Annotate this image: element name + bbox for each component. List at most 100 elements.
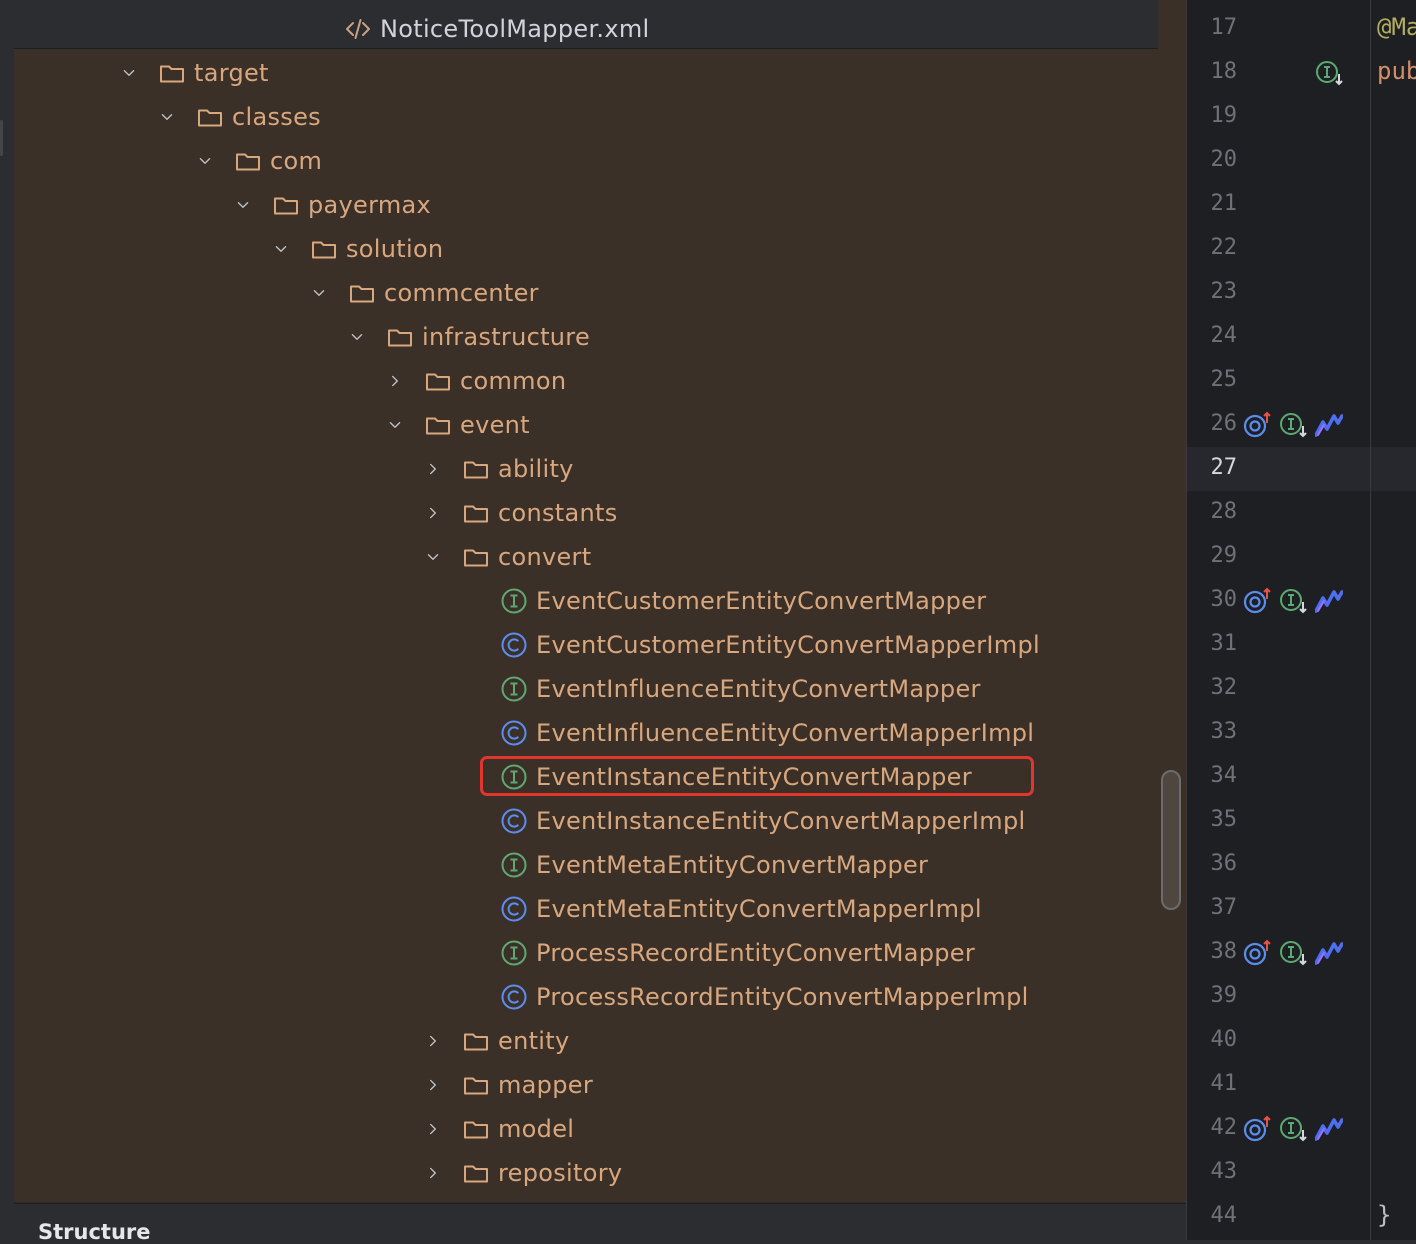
- gutter-line[interactable]: 23: [1187, 271, 1371, 315]
- line-number: 36: [1210, 851, 1238, 876]
- mybatis-icon[interactable]: [1315, 587, 1343, 615]
- code-editor[interactable]: @Ma pub}: [1370, 0, 1416, 1240]
- mybatis-icon[interactable]: [1315, 411, 1343, 439]
- implemented-down-icon[interactable]: [1279, 411, 1307, 439]
- tree-item-solution[interactable]: solution: [14, 227, 1186, 271]
- tree-item-commcenter[interactable]: commcenter: [14, 271, 1186, 315]
- tree-item-constants[interactable]: constants: [14, 491, 1186, 535]
- overrides-up-icon[interactable]: [1243, 1115, 1271, 1143]
- gutter-line[interactable]: 22: [1187, 227, 1371, 271]
- gutter-line[interactable]: 18: [1187, 51, 1371, 95]
- gutter-line[interactable]: 20: [1187, 139, 1371, 183]
- tree-item-label: com: [270, 147, 323, 175]
- chevron-right-icon[interactable]: [424, 1076, 442, 1094]
- tree-item-classes[interactable]: classes: [14, 95, 1186, 139]
- chevron-down-icon[interactable]: [196, 152, 214, 170]
- tree-scrollbar-track[interactable]: [1158, 0, 1186, 1202]
- tree-item-label: EventInstanceEntityConvertMapperImpl: [536, 807, 1026, 835]
- tree-item-mapper[interactable]: mapper: [14, 1063, 1186, 1107]
- mybatis-icon[interactable]: [1315, 939, 1343, 967]
- tree-item-event-influence-entity-convert-mapper[interactable]: EventInfluenceEntityConvertMapper: [14, 667, 1186, 711]
- structure-panel-header[interactable]: Structure: [14, 1203, 1186, 1244]
- gutter-line[interactable]: 43: [1187, 1151, 1371, 1195]
- gutter-line[interactable]: 36: [1187, 843, 1371, 887]
- chevron-down-icon[interactable]: [348, 328, 366, 346]
- gutter-line[interactable]: 39: [1187, 975, 1371, 1019]
- tree-item-convert[interactable]: convert: [14, 535, 1186, 579]
- chevron-down-icon[interactable]: [424, 548, 442, 566]
- tree-item-target[interactable]: target: [14, 51, 1186, 95]
- gutter-line[interactable]: 42: [1187, 1107, 1371, 1151]
- chevron-down-icon[interactable]: [310, 284, 328, 302]
- line-number: 29: [1210, 543, 1238, 568]
- overrides-up-icon[interactable]: [1243, 587, 1271, 615]
- gutter-line[interactable]: 25: [1187, 359, 1371, 403]
- tree-item-event-influence-entity-convert-mapper-impl[interactable]: EventInfluenceEntityConvertMapperImpl: [14, 711, 1186, 755]
- mybatis-icon[interactable]: [1315, 1115, 1343, 1143]
- tree-item-process-record-entity-convert-mapper[interactable]: ProcessRecordEntityConvertMapper: [14, 931, 1186, 975]
- gutter-line[interactable]: 17: [1187, 7, 1371, 51]
- gutter-line[interactable]: 29: [1187, 535, 1371, 579]
- gutter-line[interactable]: 34: [1187, 755, 1371, 799]
- editor-current-line: [1371, 447, 1416, 491]
- tree-item-label: target: [194, 59, 269, 87]
- chevron-right-icon[interactable]: [424, 460, 442, 478]
- tree-item-event-meta-entity-convert-mapper[interactable]: EventMetaEntityConvertMapper: [14, 843, 1186, 887]
- implemented-down-icon[interactable]: [1279, 939, 1307, 967]
- chevron-right-icon[interactable]: [424, 504, 442, 522]
- tree-item-label: payermax: [308, 191, 432, 219]
- gutter-line[interactable]: 32: [1187, 667, 1371, 711]
- gutter-line[interactable]: 37: [1187, 887, 1371, 931]
- tree-item-repository[interactable]: repository: [14, 1151, 1186, 1195]
- chevron-down-icon[interactable]: [386, 416, 404, 434]
- gutter-line[interactable]: 33: [1187, 711, 1371, 755]
- chevron-down-icon[interactable]: [234, 196, 252, 214]
- tree-item-entity[interactable]: entity: [14, 1019, 1186, 1063]
- overrides-up-icon[interactable]: [1243, 939, 1271, 967]
- chevron-right-icon[interactable]: [424, 1032, 442, 1050]
- interface-icon: [500, 939, 528, 967]
- chevron-down-icon[interactable]: [158, 108, 176, 126]
- gutter-line[interactable]: 44: [1187, 1195, 1371, 1239]
- chevron-right-icon[interactable]: [424, 1164, 442, 1182]
- gutter-line[interactable]: 30: [1187, 579, 1371, 623]
- gutter-line[interactable]: 35: [1187, 799, 1371, 843]
- gutter-line[interactable]: 27: [1187, 447, 1371, 491]
- chevron-right-icon[interactable]: [424, 1120, 442, 1138]
- tree-item-payermax[interactable]: payermax: [14, 183, 1186, 227]
- tree-item-label: EventCustomerEntityConvertMapper: [536, 587, 987, 615]
- implemented-down-icon[interactable]: [1279, 587, 1307, 615]
- gutter-line[interactable]: 19: [1187, 95, 1371, 139]
- gutter-line[interactable]: 38: [1187, 931, 1371, 975]
- tree-item-event-customer-entity-convert-mapper[interactable]: EventCustomerEntityConvertMapper: [14, 579, 1186, 623]
- tree-item-process-record-entity-convert-mapper-impl[interactable]: ProcessRecordEntityConvertMapperImpl: [14, 975, 1186, 1019]
- gutter-line[interactable]: 40: [1187, 1019, 1371, 1063]
- folder-icon: [158, 59, 186, 87]
- tree-item-model[interactable]: model: [14, 1107, 1186, 1151]
- tree-item-event[interactable]: event: [14, 403, 1186, 447]
- chevron-down-icon[interactable]: [120, 64, 138, 82]
- implemented-down-icon[interactable]: [1279, 1115, 1307, 1143]
- gutter-line[interactable]: 31: [1187, 623, 1371, 667]
- tree-item-event-customer-entity-convert-mapper-impl[interactable]: EventCustomerEntityConvertMapperImpl: [14, 623, 1186, 667]
- folder-icon: [462, 1159, 490, 1187]
- tree-item-infrastructure[interactable]: infrastructure: [14, 315, 1186, 359]
- chevron-right-icon[interactable]: [386, 372, 404, 390]
- tree-item-header-file[interactable]: NoticeToolMapper.xml: [14, 7, 1186, 51]
- tree-item-event-instance-entity-convert-mapper-impl[interactable]: EventInstanceEntityConvertMapperImpl: [14, 799, 1186, 843]
- gutter-line[interactable]: 26: [1187, 403, 1371, 447]
- tree-item-com[interactable]: com: [14, 139, 1186, 183]
- gutter-line[interactable]: 41: [1187, 1063, 1371, 1107]
- gutter-line[interactable]: 21: [1187, 183, 1371, 227]
- tree-item-event-meta-entity-convert-mapper-impl[interactable]: EventMetaEntityConvertMapperImpl: [14, 887, 1186, 931]
- tree-item-label: EventMetaEntityConvertMapperImpl: [536, 895, 982, 923]
- gutter-line[interactable]: 24: [1187, 315, 1371, 359]
- tree-item-common[interactable]: common: [14, 359, 1186, 403]
- tree-scrollbar-thumb[interactable]: [1161, 770, 1181, 910]
- tree-item-ability[interactable]: ability: [14, 447, 1186, 491]
- folder-icon: [272, 191, 300, 219]
- gutter-line[interactable]: 28: [1187, 491, 1371, 535]
- chevron-down-icon[interactable]: [272, 240, 290, 258]
- interface-implemented-icon[interactable]: [1315, 59, 1343, 87]
- overrides-up-icon[interactable]: [1243, 411, 1271, 439]
